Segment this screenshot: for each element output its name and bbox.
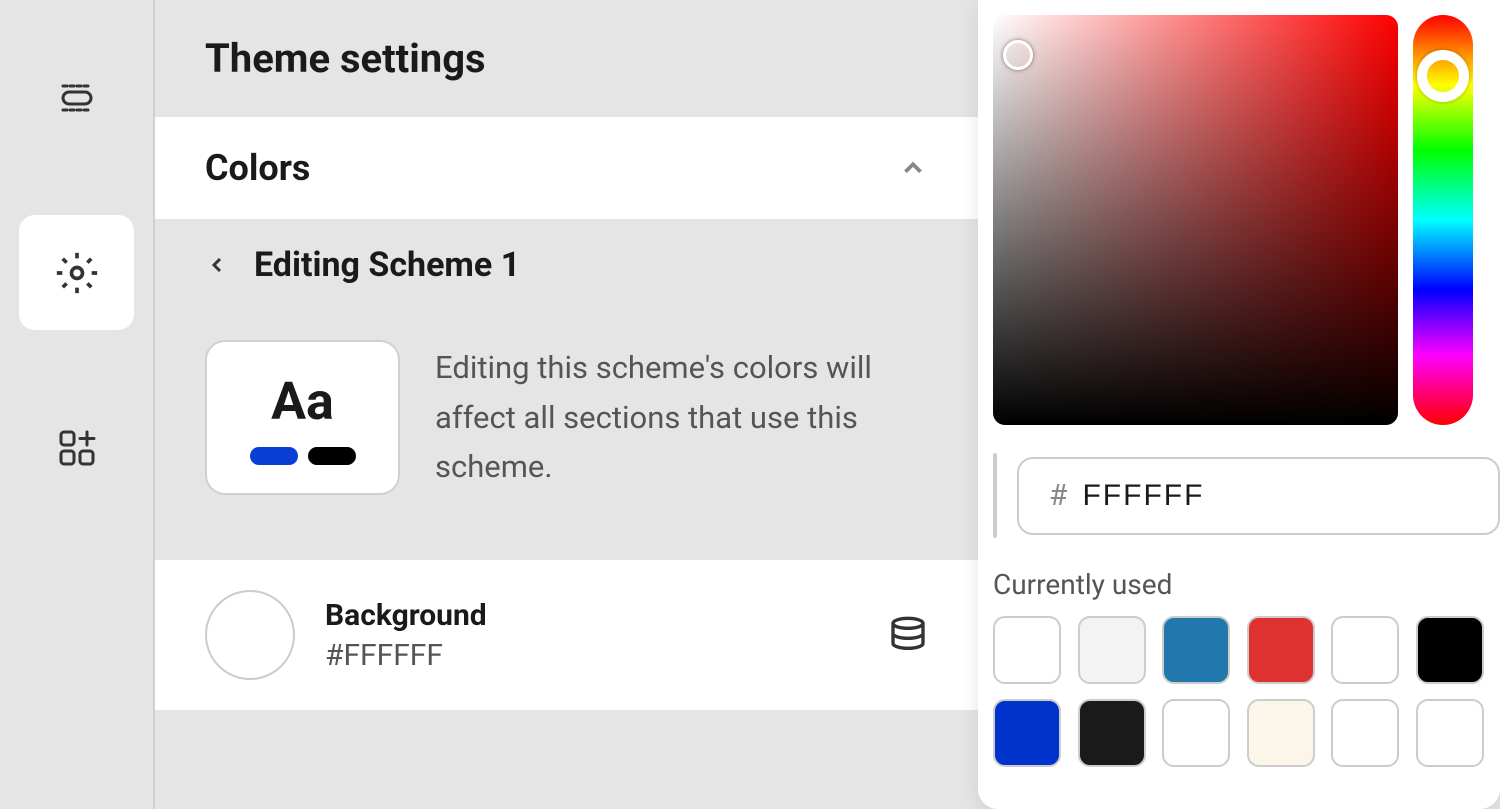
- database-icon[interactable]: [888, 615, 928, 655]
- scheme-preview: Aa: [205, 340, 400, 495]
- hue-marker[interactable]: [1417, 50, 1469, 102]
- scheme-preview-row: Aa Editing this scheme's colors will aff…: [155, 310, 978, 525]
- main-panel: Theme settings Colors Editing Scheme 1 A…: [153, 0, 978, 809]
- sidebar: [0, 0, 153, 809]
- sidebar-sections-button[interactable]: [19, 40, 134, 155]
- preview-pill-secondary: [308, 447, 356, 465]
- chevron-up-icon: [898, 153, 928, 183]
- background-color-swatch[interactable]: [205, 590, 295, 680]
- picker-area: [993, 15, 1485, 425]
- sidebar-apps-button[interactable]: [19, 390, 134, 505]
- colors-title: Colors: [205, 147, 310, 189]
- preview-text: Aa: [271, 371, 334, 432]
- background-label: Background: [325, 598, 858, 633]
- saturation-marker[interactable]: [1003, 40, 1033, 70]
- currently-used-label: Currently used: [993, 568, 1485, 601]
- sidebar-settings-button[interactable]: [19, 215, 134, 330]
- editing-header: Editing Scheme 1: [155, 220, 978, 310]
- page-title: Theme settings: [155, 0, 978, 117]
- swatch-4[interactable]: [1331, 616, 1399, 684]
- gear-icon: [55, 251, 99, 295]
- hex-preview-swatch: [993, 453, 997, 538]
- swatch-10[interactable]: [1331, 699, 1399, 767]
- hex-input-wrapper[interactable]: #: [1017, 457, 1500, 535]
- hex-input[interactable]: [1082, 479, 1468, 513]
- swatch-7[interactable]: [1078, 699, 1146, 767]
- editing-title: Editing Scheme 1: [254, 245, 520, 285]
- swatch-grid: [993, 616, 1485, 767]
- hue-slider[interactable]: [1413, 15, 1473, 425]
- hex-hash: #: [1049, 478, 1067, 513]
- sections-icon: [57, 78, 97, 118]
- preview-pill-primary: [250, 447, 298, 465]
- background-row[interactable]: Background #FFFFFF: [155, 560, 978, 710]
- preview-pills: [250, 447, 356, 465]
- saturation-area[interactable]: [993, 15, 1398, 425]
- hex-row: #: [993, 453, 1485, 538]
- colors-section-header[interactable]: Colors: [155, 117, 978, 220]
- color-picker-panel: # Currently used: [978, 0, 1500, 809]
- swatch-3[interactable]: [1247, 616, 1315, 684]
- scheme-description: Editing this scheme's colors will affect…: [435, 343, 928, 492]
- swatch-11[interactable]: [1416, 699, 1484, 767]
- swatch-8[interactable]: [1162, 699, 1230, 767]
- background-value: #FFFFFF: [325, 638, 858, 673]
- back-button[interactable]: [205, 253, 229, 277]
- swatch-2[interactable]: [1162, 616, 1230, 684]
- swatch-1[interactable]: [1078, 616, 1146, 684]
- swatch-6[interactable]: [993, 699, 1061, 767]
- swatch-5[interactable]: [1416, 616, 1484, 684]
- swatch-9[interactable]: [1247, 699, 1315, 767]
- apps-icon: [57, 428, 97, 468]
- swatch-0[interactable]: [993, 616, 1061, 684]
- background-text: Background #FFFFFF: [325, 598, 858, 673]
